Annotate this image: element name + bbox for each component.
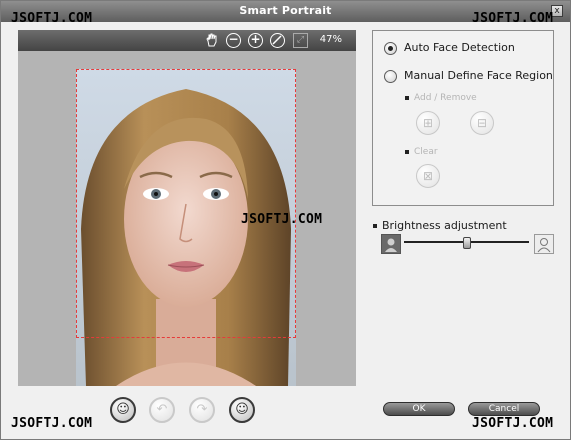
zoom-level: 47% bbox=[319, 34, 342, 45]
watermark-bottom-right: JSOFTJ.COM bbox=[472, 416, 554, 431]
watermark-top-right: JSOFTJ.COM bbox=[472, 11, 554, 26]
redo-button[interactable]: ↷ bbox=[189, 397, 215, 423]
zoom-in-icon[interactable]: + bbox=[248, 33, 263, 48]
add-remove-label: Add / Remove bbox=[414, 93, 477, 103]
clear-label: Clear bbox=[414, 147, 438, 157]
face-preview-button[interactable]: ☺ bbox=[229, 397, 255, 423]
smart-portrait-window: Smart Portrait x JSOFTJ.COM JSOFTJ.COM −… bbox=[0, 0, 571, 440]
zoom-out-icon[interactable]: − bbox=[226, 33, 241, 48]
redo-icon: ↷ bbox=[196, 402, 208, 417]
add-face-region-button[interactable]: ⊞ bbox=[416, 111, 440, 135]
brightness-slider-thumb[interactable] bbox=[462, 237, 471, 249]
bullet-icon bbox=[405, 149, 409, 154]
undo-button[interactable]: ↶ bbox=[149, 397, 175, 423]
darker-icon[interactable] bbox=[381, 234, 401, 254]
face-preview-icon: ☺ bbox=[235, 402, 249, 417]
undo-icon: ↶ bbox=[156, 402, 168, 417]
watermark-bottom-left: JSOFTJ.COM bbox=[11, 416, 93, 431]
watermark-top-left: JSOFTJ.COM bbox=[11, 11, 93, 26]
remove-face-region-button[interactable]: ⊟ bbox=[470, 111, 494, 135]
clear-face-regions-button[interactable]: ⊠ bbox=[416, 164, 440, 188]
face-smile-button[interactable]: ☺ bbox=[110, 397, 136, 423]
fit-to-window-icon[interactable]: ⤢ bbox=[293, 33, 308, 48]
clear-heading: Clear bbox=[405, 147, 438, 157]
face-smile-icon: ☺ bbox=[116, 402, 130, 417]
clear-regions-icon: ⊠ bbox=[422, 169, 434, 183]
auto-face-detection-label: Auto Face Detection bbox=[404, 41, 515, 54]
brighter-icon[interactable] bbox=[534, 234, 554, 254]
add-remove-heading: Add / Remove bbox=[405, 93, 477, 103]
bullet-icon bbox=[405, 95, 409, 100]
watermark-center: JSOFTJ.COM bbox=[241, 212, 323, 227]
ok-button[interactable]: OK bbox=[383, 402, 455, 416]
actual-size-icon[interactable] bbox=[270, 33, 285, 48]
brightness-label: Brightness adjustment bbox=[382, 219, 507, 232]
remove-region-icon: ⊟ bbox=[476, 116, 488, 130]
cancel-button[interactable]: Cancel bbox=[468, 402, 540, 416]
brightness-heading: Brightness adjustment bbox=[373, 219, 507, 232]
face-region-rectangle[interactable] bbox=[76, 69, 296, 338]
viewer-toolbar: − + ⤢ 47% bbox=[18, 30, 356, 51]
hand-pan-icon[interactable] bbox=[204, 33, 219, 48]
face-detection-panel: Auto Face Detection Manual Define Face R… bbox=[372, 30, 554, 206]
manual-face-region-label: Manual Define Face Region bbox=[404, 69, 553, 82]
bullet-icon bbox=[373, 224, 377, 228]
add-region-icon: ⊞ bbox=[422, 116, 434, 130]
auto-face-detection-radio[interactable] bbox=[384, 42, 397, 55]
manual-face-region-radio[interactable] bbox=[384, 70, 397, 83]
